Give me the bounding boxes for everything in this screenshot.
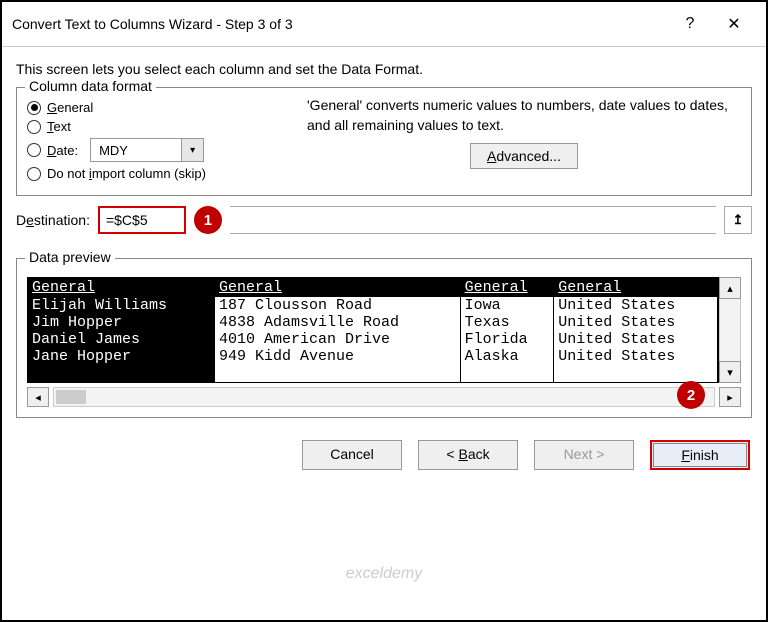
scroll-track[interactable] bbox=[53, 387, 715, 407]
watermark: exceldemy bbox=[346, 565, 422, 583]
scroll-up-icon[interactable]: ▴ bbox=[719, 277, 741, 299]
horizontal-scrollbar[interactable]: ◂ 2 ▸ bbox=[27, 387, 741, 407]
radio-text-label: Text bbox=[47, 119, 71, 134]
description-text: This screen lets you select each column … bbox=[16, 61, 752, 77]
scroll-down-icon[interactable]: ▾ bbox=[719, 361, 741, 383]
date-format-value: MDY bbox=[91, 143, 181, 158]
table-row: Jane Hopper949 Kidd AvenueAlaskaUnited S… bbox=[28, 348, 718, 365]
table-row: Daniel James4010 American DriveFloridaUn… bbox=[28, 331, 718, 348]
table-row bbox=[28, 365, 718, 382]
advanced-button[interactable]: Advanced... bbox=[470, 143, 578, 169]
radio-icon bbox=[27, 143, 41, 157]
radio-general[interactable]: General bbox=[27, 100, 307, 115]
dialog-content: This screen lets you select each column … bbox=[2, 47, 766, 426]
next-button: Next > bbox=[534, 440, 634, 470]
radio-skip-label: Do not import column (skip) bbox=[47, 166, 206, 181]
dialog: Convert Text to Columns Wizard - Step 3 … bbox=[0, 0, 768, 622]
finish-button[interactable]: Finish bbox=[650, 440, 750, 470]
column-format-group: Column data format General Text Date: bbox=[16, 87, 752, 196]
scroll-right-icon[interactable]: ▸ bbox=[719, 387, 741, 407]
callout-2: 2 bbox=[677, 381, 705, 409]
radio-skip[interactable]: Do not import column (skip) bbox=[27, 166, 307, 181]
dialog-title: Convert Text to Columns Wizard - Step 3 … bbox=[12, 16, 668, 32]
destination-row: Destination: 1 ↥ bbox=[16, 206, 752, 234]
button-row: Cancel < Back Next > Finish bbox=[2, 426, 766, 484]
callout-1: 1 bbox=[194, 206, 222, 234]
data-preview-legend: Data preview bbox=[25, 249, 115, 265]
radio-icon bbox=[27, 101, 41, 115]
table-row: Elijah Williams187 Clousson RoadIowaUnit… bbox=[28, 297, 718, 314]
preview-header[interactable]: General bbox=[460, 278, 554, 297]
format-note: 'General' converts numeric values to num… bbox=[307, 96, 741, 135]
radio-date-label: Date: bbox=[47, 143, 78, 158]
column-format-legend: Column data format bbox=[25, 78, 156, 94]
radio-icon bbox=[27, 167, 41, 181]
collapse-dialog-icon[interactable]: ↥ bbox=[724, 206, 752, 234]
radio-text[interactable]: Text bbox=[27, 119, 307, 134]
back-button[interactable]: < Back bbox=[418, 440, 518, 470]
scroll-left-icon[interactable]: ◂ bbox=[27, 387, 49, 407]
date-format-select[interactable]: MDY ▾ bbox=[90, 138, 204, 162]
radio-date[interactable]: Date: MDY ▾ bbox=[27, 138, 307, 162]
preview-header[interactable]: General bbox=[28, 278, 215, 297]
radio-general-label: General bbox=[47, 100, 93, 115]
destination-field-extension[interactable] bbox=[230, 206, 716, 234]
scroll-thumb[interactable] bbox=[56, 390, 86, 404]
preview-header-row: General General General General bbox=[28, 278, 718, 297]
destination-label: Destination: bbox=[16, 212, 90, 228]
cancel-button[interactable]: Cancel bbox=[302, 440, 402, 470]
preview-header[interactable]: General bbox=[215, 278, 461, 297]
preview-header[interactable]: General bbox=[554, 278, 718, 297]
destination-input[interactable] bbox=[98, 206, 186, 234]
close-button[interactable]: ✕ bbox=[712, 10, 756, 38]
chevron-down-icon: ▾ bbox=[181, 139, 203, 161]
titlebar: Convert Text to Columns Wizard - Step 3 … bbox=[2, 2, 766, 47]
vertical-scrollbar[interactable]: ▴ ▾ bbox=[719, 277, 741, 383]
help-button[interactable]: ? bbox=[668, 10, 712, 38]
data-preview-group: Data preview General General General Gen… bbox=[16, 258, 752, 418]
radio-icon bbox=[27, 120, 41, 134]
table-row: Jim Hopper 4838 Adamsville RoadTexas Uni… bbox=[28, 314, 718, 331]
preview-grid[interactable]: General General General General Elijah W… bbox=[27, 277, 719, 383]
scroll-track[interactable] bbox=[719, 299, 741, 361]
